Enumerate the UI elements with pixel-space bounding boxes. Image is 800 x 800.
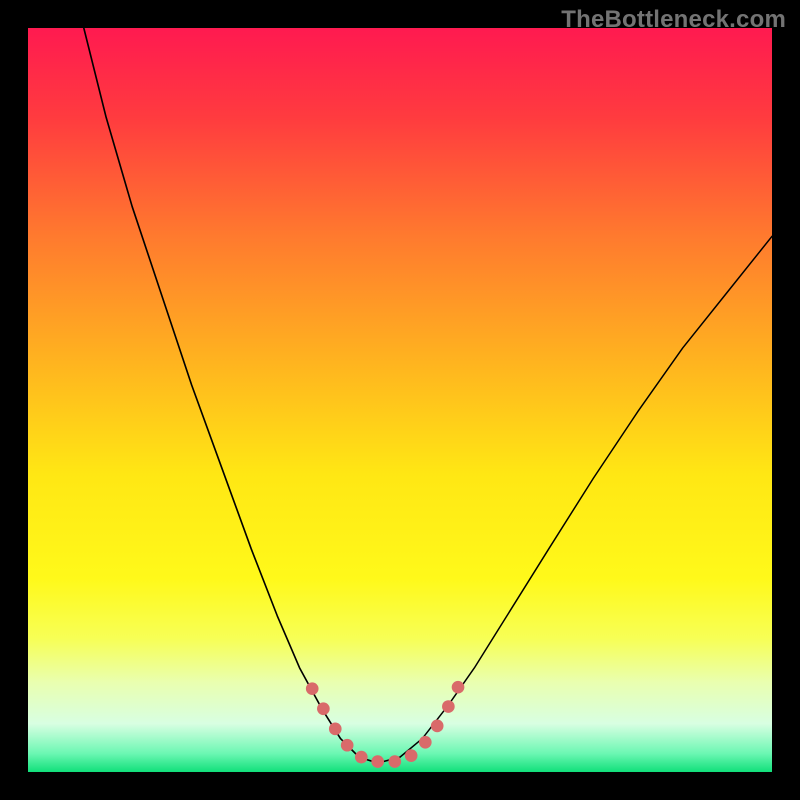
plot-area	[28, 28, 772, 772]
dotted-bottom-dot	[405, 749, 418, 762]
dotted-bottom-dot	[355, 751, 368, 764]
dotted-bottom-dot	[317, 702, 330, 715]
plot-svg	[28, 28, 772, 772]
chart-stage: TheBottleneck.com	[0, 0, 800, 800]
dotted-bottom-dot	[329, 723, 342, 736]
gradient-background	[28, 28, 772, 772]
dotted-bottom-dot	[371, 755, 384, 768]
dotted-bottom-dot	[442, 700, 455, 713]
dotted-bottom-dot	[341, 739, 354, 752]
watermark-text: TheBottleneck.com	[561, 6, 786, 34]
dotted-bottom-dot	[431, 720, 444, 733]
dotted-bottom-dot	[419, 736, 432, 749]
dotted-bottom-dot	[306, 682, 319, 695]
dotted-bottom-dot	[452, 681, 465, 694]
dotted-bottom-dot	[388, 755, 401, 768]
